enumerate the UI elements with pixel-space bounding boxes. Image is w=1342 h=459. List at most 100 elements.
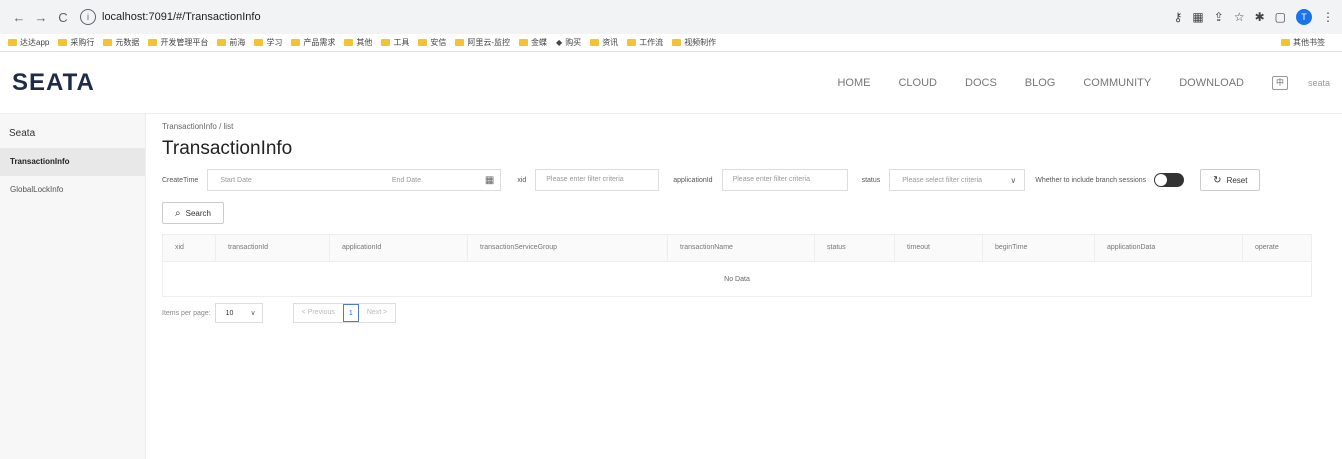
reset-icon: ↻: [1213, 174, 1222, 186]
calendar-icon[interactable]: ▦: [485, 175, 494, 186]
nav-cloud[interactable]: CLOUD: [898, 77, 937, 89]
sidebar-title: Seata: [9, 128, 36, 139]
end-date-input[interactable]: End Date: [392, 177, 421, 184]
bookmark[interactable]: 视频制作: [672, 37, 716, 48]
page-buttons: < Previous 1 Next >: [292, 303, 397, 323]
search-button[interactable]: ⌕ Search: [162, 202, 224, 224]
forward-icon[interactable]: →: [30, 10, 52, 25]
search-icon: ⌕: [175, 207, 181, 219]
bookmark[interactable]: 工具: [381, 37, 409, 48]
browser-toolbar: ← → C i localhost:7091/#/TransactionInfo…: [0, 0, 1342, 34]
next-button[interactable]: Next >: [359, 304, 395, 322]
status-select[interactable]: Please select filter criteria ∨: [889, 169, 1026, 191]
folder-icon: [1281, 39, 1290, 46]
xid-input[interactable]: Please enter filter criteria: [535, 169, 660, 191]
sidebar-item-globallockinfo[interactable]: GlobalLockInfo: [0, 176, 145, 204]
bookmark[interactable]: 其他: [344, 37, 372, 48]
applicationid-input[interactable]: Please enter filter criteria: [721, 169, 848, 191]
column-header: status: [815, 235, 895, 261]
filter-bar: CreateTime Start Date End Date ▦ xid Ple…: [162, 168, 1328, 192]
folder-icon: [627, 39, 637, 46]
pagination: Items per page: 10 ∨ < Previous 1 Next >: [162, 303, 1328, 323]
status-select-placeholder: Please select filter criteria: [902, 176, 983, 184]
extensions-icon[interactable]: ✱: [1255, 10, 1265, 24]
folder-icon: [8, 39, 17, 46]
column-header: transactionServiceGroup: [468, 235, 668, 261]
nav-docs[interactable]: DOCS: [965, 77, 997, 89]
bookmark[interactable]: 达达app: [8, 37, 49, 48]
menu-icon[interactable]: ⋮: [1322, 10, 1334, 24]
bookmark[interactable]: 安信: [418, 37, 446, 48]
star-icon[interactable]: ☆: [1234, 10, 1245, 24]
bookmark[interactable]: 产品需求: [291, 37, 335, 48]
bookmarks-bar: 达达app 采购行 元数据 开发管理平台 前海 学习 产品需求 其他 工具 安信…: [0, 34, 1342, 52]
folder-icon: [58, 39, 68, 46]
empty-state: No Data: [163, 261, 1311, 296]
branch-sessions-toggle[interactable]: [1154, 173, 1185, 187]
bookmark[interactable]: 学习: [254, 37, 282, 48]
previous-button[interactable]: < Previous: [294, 304, 343, 322]
page-icon: ◆: [556, 38, 563, 47]
folder-icon: [148, 39, 158, 46]
reload-icon[interactable]: C: [52, 10, 74, 25]
folder-icon: [455, 39, 465, 46]
folder-icon: [254, 39, 264, 46]
sidebar-item-transactioninfo[interactable]: TransactionInfo: [0, 148, 145, 176]
translate-icon[interactable]: ▦: [1192, 10, 1203, 24]
status-label: status: [861, 176, 881, 184]
xid-label: xid: [517, 176, 527, 184]
bookmark[interactable]: 阿里云-监控: [455, 37, 510, 48]
start-date-input[interactable]: Start Date: [220, 177, 252, 184]
date-range-picker[interactable]: Start Date End Date ▦: [207, 169, 502, 191]
url-text: localhost:7091/#/TransactionInfo: [102, 11, 261, 23]
branch-sessions-label: Whether to include branch sessions: [1035, 176, 1147, 184]
folder-icon: [590, 39, 600, 46]
createtime-label: CreateTime: [162, 176, 199, 184]
nav-community[interactable]: COMMUNITY: [1083, 77, 1151, 89]
breadcrumb: TransactionInfo / list: [162, 122, 234, 131]
page-button-current[interactable]: 1: [342, 304, 359, 322]
language-switch-icon[interactable]: 中: [1271, 75, 1288, 90]
other-bookmarks[interactable]: 其他书签: [1281, 37, 1325, 48]
folder-icon: [291, 39, 301, 46]
app-header: SEATA HOME CLOUD DOCS BLOG COMMUNITY DOW…: [0, 52, 1342, 114]
bookmark[interactable]: 资讯: [590, 37, 618, 48]
bookmark[interactable]: 前海: [217, 37, 245, 48]
folder-icon: [344, 39, 354, 46]
bookmark[interactable]: 工作流: [627, 37, 663, 48]
folder-icon: [672, 39, 682, 46]
transaction-table: xid transactionId applicationId transact…: [162, 234, 1312, 297]
nav-blog[interactable]: BLOG: [1025, 77, 1056, 89]
profile-avatar[interactable]: T: [1296, 9, 1312, 25]
chevron-down-icon: ∨: [1010, 175, 1017, 185]
folder-icon: [519, 39, 529, 46]
toggle-knob: [1155, 174, 1168, 186]
page-size-select[interactable]: 10 ∨: [214, 303, 263, 323]
sidebar: Seata TransactionInfo GlobalLockInfo: [0, 114, 146, 459]
page-title: TransactionInfo: [162, 138, 293, 159]
bookmark[interactable]: 元数据: [103, 37, 139, 48]
main-content: TransactionInfo / list TransactionInfo C…: [146, 114, 1342, 459]
back-icon[interactable]: ←: [8, 10, 30, 25]
folder-icon: [418, 39, 428, 46]
column-header: beginTime: [983, 235, 1095, 261]
nav-home[interactable]: HOME: [837, 77, 870, 89]
window-icon[interactable]: ▢: [1275, 10, 1286, 24]
key-icon[interactable]: ⚷: [1174, 10, 1183, 24]
bookmark[interactable]: 采购行: [58, 37, 94, 48]
column-header: timeout: [895, 235, 983, 261]
column-header: operate: [1255, 244, 1279, 251]
bookmark[interactable]: ◆ 购买: [556, 37, 581, 48]
nav-download[interactable]: DOWNLOAD: [1179, 77, 1244, 89]
reset-button[interactable]: ↻ Reset: [1200, 169, 1261, 191]
column-header: applicationData: [1095, 235, 1243, 261]
site-info-icon[interactable]: i: [80, 9, 96, 25]
seata-logo[interactable]: SEATA: [12, 69, 95, 97]
user-name[interactable]: seata: [1308, 78, 1330, 88]
address-bar[interactable]: i localhost:7091/#/TransactionInfo: [80, 6, 1160, 28]
top-nav: HOME CLOUD DOCS BLOG COMMUNITY DOWNLOAD …: [837, 75, 1330, 90]
bookmark[interactable]: 金蝶: [519, 37, 547, 48]
share-icon[interactable]: ⇪: [1214, 10, 1224, 24]
column-header: applicationId: [330, 235, 468, 261]
bookmark[interactable]: 开发管理平台: [148, 37, 208, 48]
